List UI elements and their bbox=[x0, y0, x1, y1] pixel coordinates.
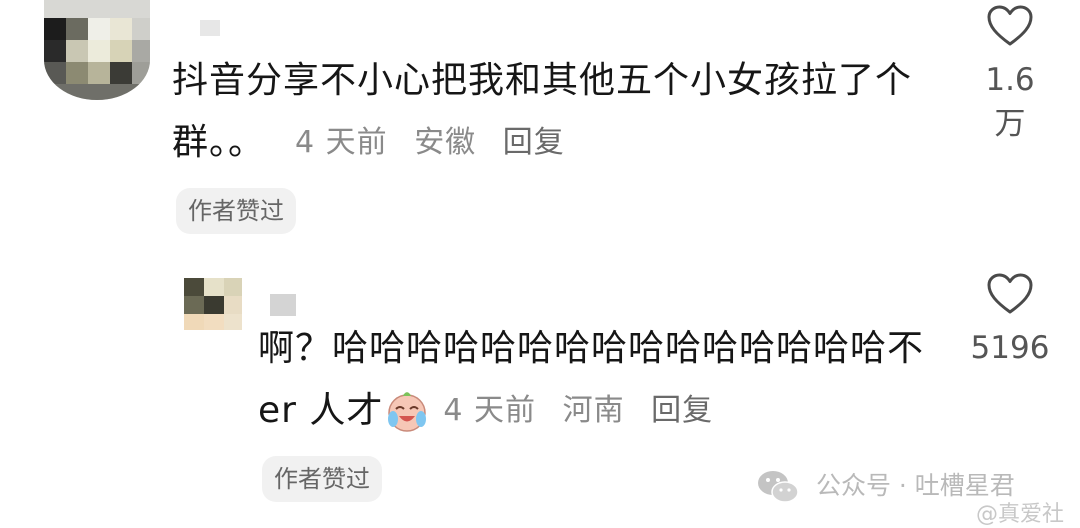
comment-meta: 4 天前 安徽 回复 bbox=[295, 112, 581, 174]
comment-location: 河南 bbox=[562, 393, 625, 428]
comment-location: 安徽 bbox=[414, 125, 477, 160]
author-liked-badge: 作者赞过 bbox=[176, 188, 296, 234]
comment-line-2: er 人才 4 天前 河南 回复 bbox=[258, 380, 958, 442]
username-blurred[interactable] bbox=[270, 294, 296, 316]
comment-line-1: 抖音分享不小心把我和其他五个小女孩拉了个 bbox=[172, 60, 913, 101]
comment-line-2-text: er 人才 bbox=[258, 390, 384, 431]
like-count: 1.6 万 bbox=[985, 62, 1035, 142]
reply-button[interactable]: 回复 bbox=[503, 125, 565, 160]
comment-text: 抖音分享不小心把我和其他五个小女孩拉了个 群。。 4 天前 安徽 回复 bbox=[172, 50, 942, 174]
comment-text: 啊？哈哈哈哈哈哈哈哈哈哈哈哈哈哈哈不 er 人才 4 天前 河南 回复 bbox=[258, 318, 958, 442]
comment-meta: 4 天前 河南 回复 bbox=[443, 380, 729, 442]
avatar[interactable] bbox=[184, 278, 242, 330]
like-button[interactable]: 1.6 万 bbox=[968, 4, 1052, 143]
comment-time: 4 天前 bbox=[295, 125, 388, 160]
like-count: 5196 bbox=[970, 330, 1050, 366]
watermark-bottom: @真爱社 bbox=[976, 502, 1065, 527]
username-blurred[interactable] bbox=[200, 20, 220, 36]
heart-outline-icon[interactable] bbox=[986, 272, 1034, 316]
avatar[interactable] bbox=[44, 0, 150, 100]
heart-outline-icon[interactable] bbox=[986, 4, 1034, 48]
wechat-icon bbox=[758, 471, 799, 503]
comment-line-2: 群。。 4 天前 安徽 回复 bbox=[172, 112, 942, 174]
comment-line-1: 啊？哈哈哈哈哈哈哈哈哈哈哈哈哈哈哈不 bbox=[258, 328, 925, 369]
comment-time: 4 天前 bbox=[443, 393, 537, 428]
reply-button[interactable]: 回复 bbox=[651, 393, 713, 428]
author-liked-badge: 作者赞过 bbox=[262, 456, 382, 502]
comment-line-2-text: 群。。 bbox=[172, 122, 266, 163]
crying-laughing-emoji bbox=[388, 392, 427, 432]
like-button[interactable]: 5196 bbox=[968, 272, 1052, 366]
